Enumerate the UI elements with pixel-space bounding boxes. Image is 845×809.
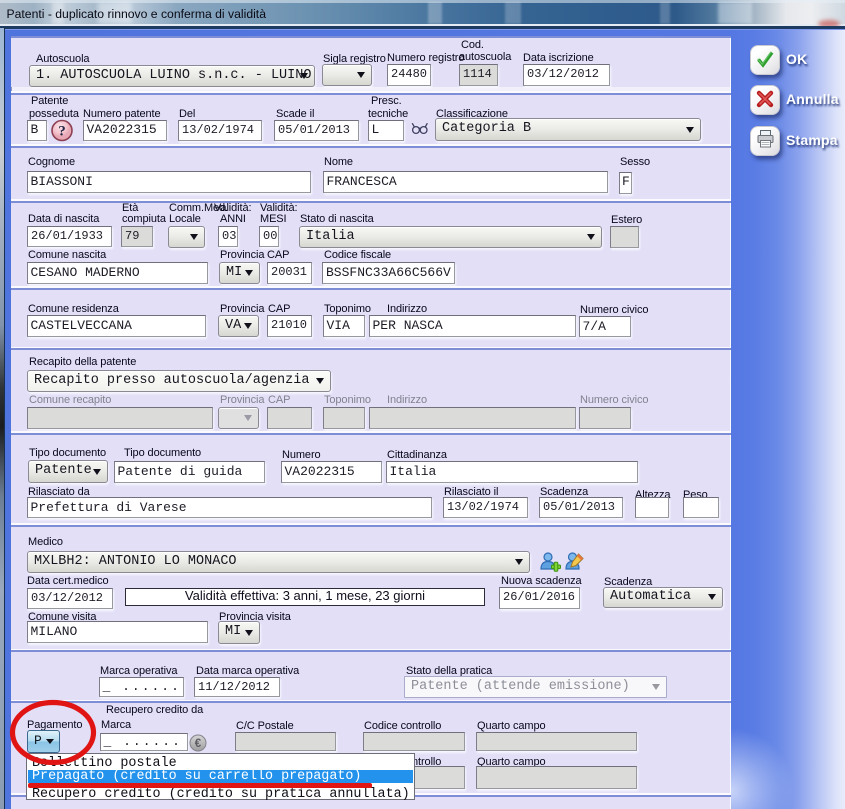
svg-text:?: ? xyxy=(58,123,66,139)
svg-text:€: € xyxy=(195,738,202,750)
